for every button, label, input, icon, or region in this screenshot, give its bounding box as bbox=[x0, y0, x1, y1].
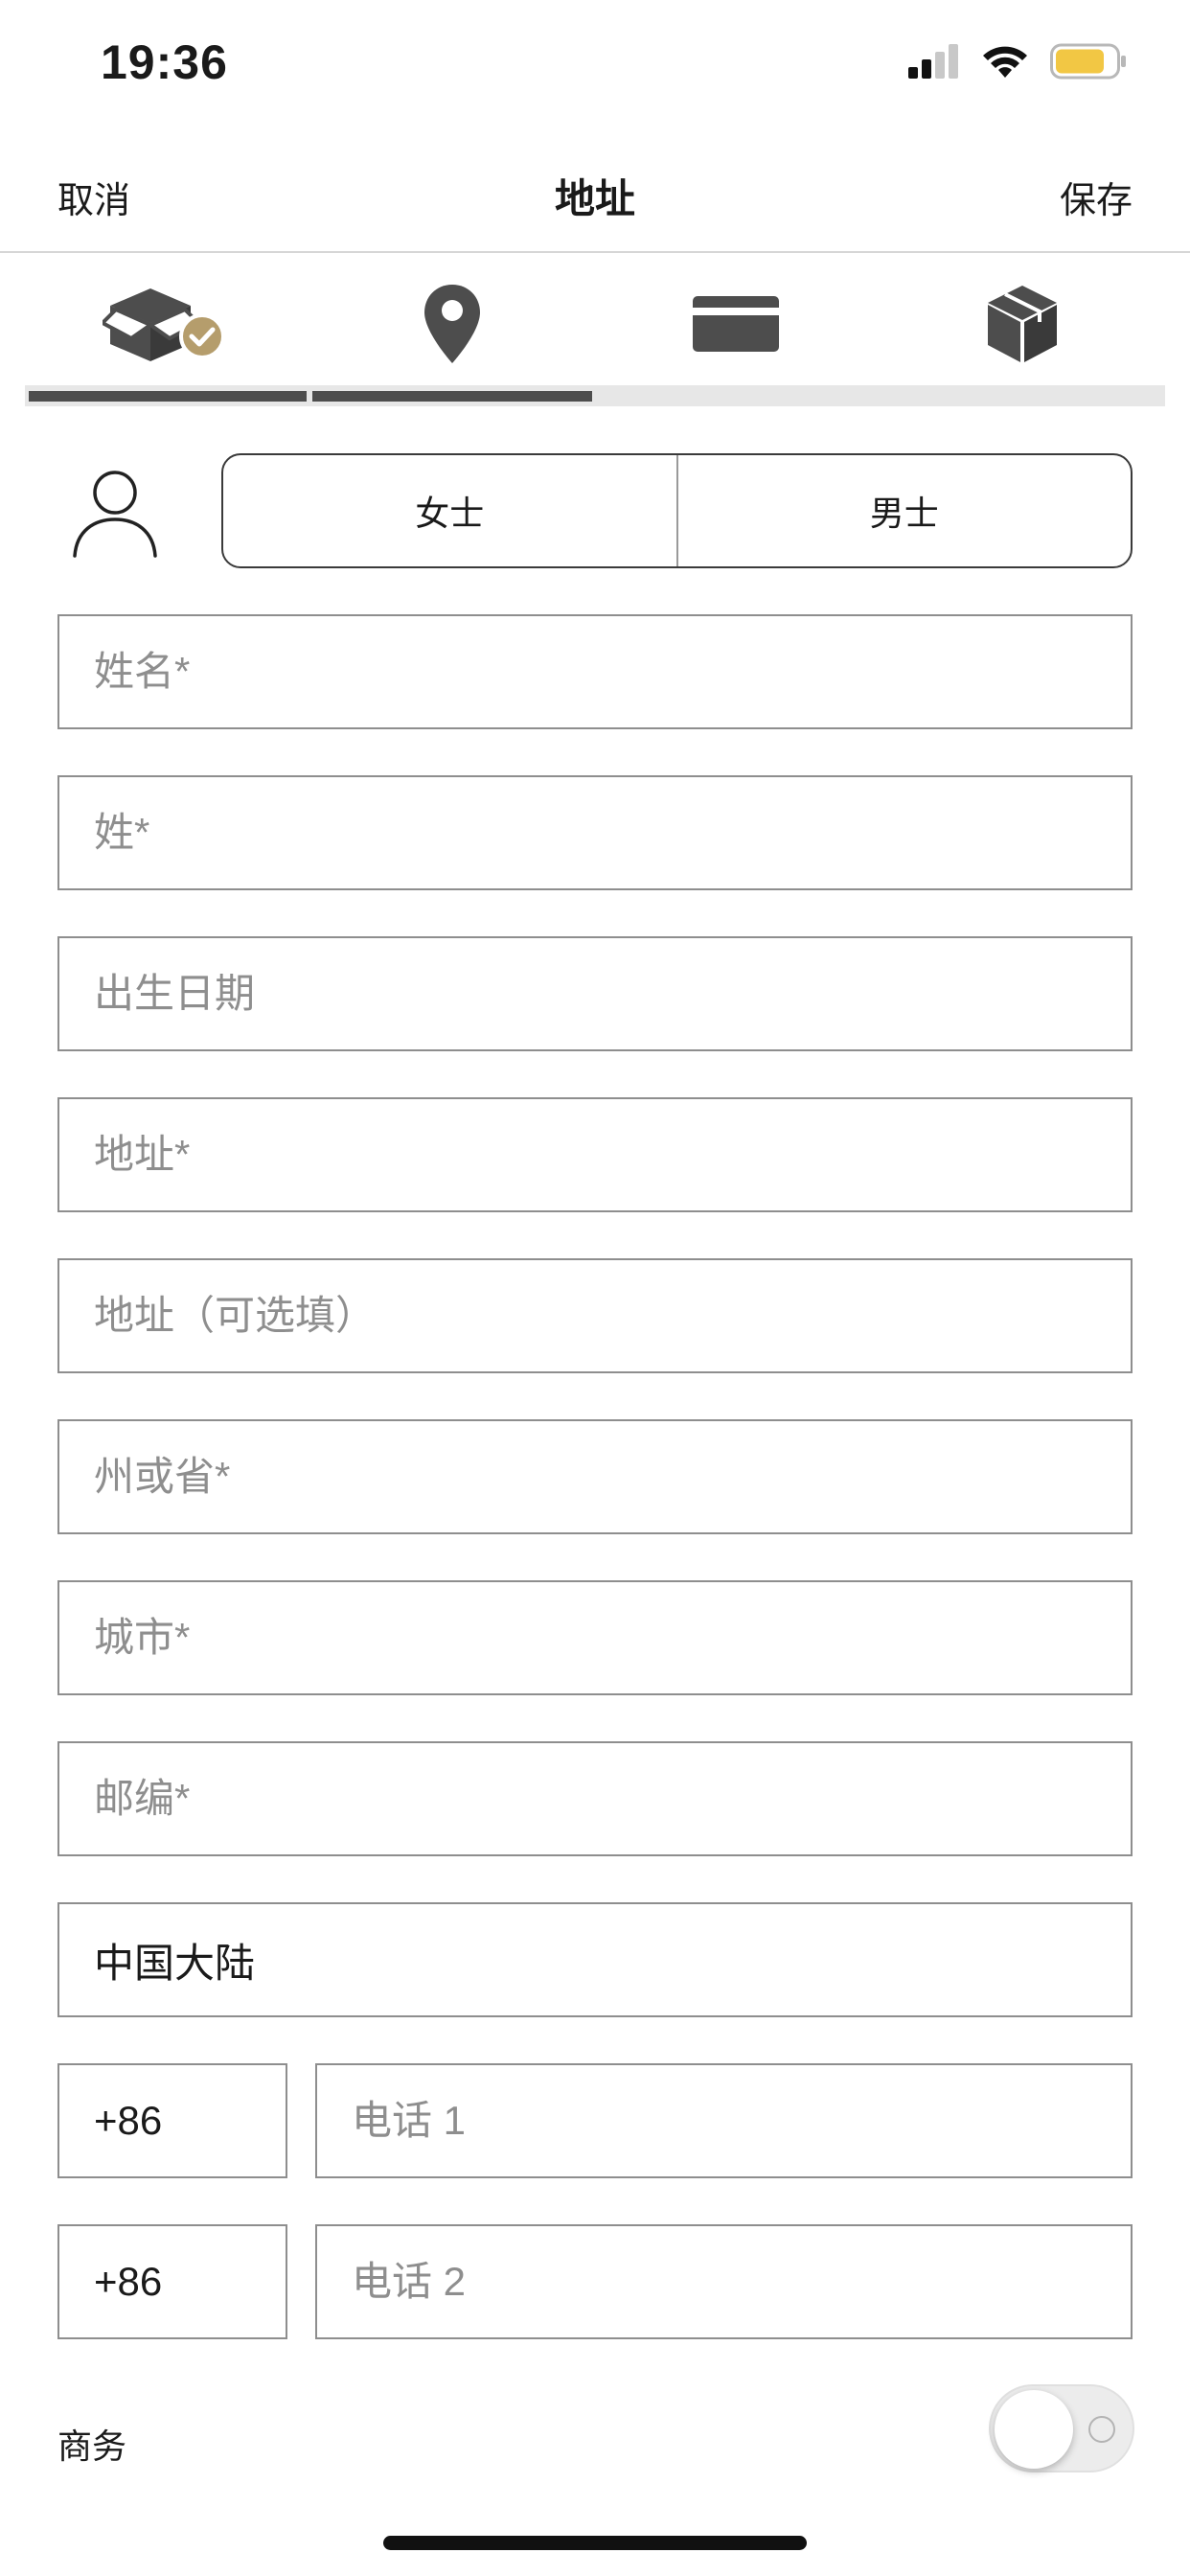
step-payment[interactable] bbox=[688, 276, 784, 372]
status-time: 19:36 bbox=[101, 35, 228, 89]
toggle-knob bbox=[995, 2390, 1073, 2469]
step-address[interactable] bbox=[408, 276, 496, 372]
step-confirm[interactable] bbox=[977, 276, 1067, 372]
first-name-field bbox=[57, 614, 1133, 729]
package-icon bbox=[988, 286, 1057, 362]
person-icon bbox=[69, 468, 161, 564]
city-input[interactable] bbox=[59, 1582, 1131, 1693]
business-label: 商务 bbox=[57, 2426, 127, 2466]
birth-date-field bbox=[57, 936, 1133, 1051]
cellular-signal-icon bbox=[908, 44, 958, 79]
business-toggle[interactable] bbox=[989, 2384, 1134, 2472]
phone-2-field bbox=[315, 2224, 1133, 2339]
state-input[interactable] bbox=[59, 1421, 1131, 1532]
phone-1-field bbox=[315, 2063, 1133, 2178]
address-optional-field bbox=[57, 1258, 1133, 1373]
progress-segment-1 bbox=[29, 391, 307, 402]
wifi-icon bbox=[983, 46, 1027, 78]
birth-date-input[interactable] bbox=[59, 938, 1131, 1049]
phone-1-input[interactable] bbox=[317, 2065, 1131, 2176]
phone-1-code-value: +86 bbox=[94, 2098, 163, 2143]
phone-1-country-code[interactable]: +86 bbox=[57, 2063, 287, 2178]
location-pin-icon bbox=[424, 285, 480, 363]
gender-selector: 女士 男士 bbox=[221, 453, 1133, 568]
home-indicator[interactable] bbox=[383, 2536, 807, 2550]
phone-2-code-value: +86 bbox=[94, 2259, 163, 2304]
city-field bbox=[57, 1580, 1133, 1695]
country-value: 中国大陆 bbox=[94, 1940, 256, 1986]
save-button[interactable]: 保存 bbox=[1060, 171, 1133, 223]
address-optional-input[interactable] bbox=[59, 1260, 1131, 1371]
phone-2-input[interactable] bbox=[317, 2226, 1131, 2337]
nav-bar: 取消 地址 保存 bbox=[0, 153, 1190, 253]
country-select[interactable]: 中国大陆 bbox=[57, 1902, 1133, 2017]
battery-icon bbox=[1050, 43, 1126, 80]
address-input[interactable] bbox=[59, 1099, 1131, 1210]
address-field bbox=[57, 1097, 1133, 1212]
page-title: 地址 bbox=[554, 176, 635, 221]
phone-2-country-code[interactable]: +86 bbox=[57, 2224, 287, 2339]
status-icons bbox=[908, 42, 1127, 80]
postal-code-field bbox=[57, 1741, 1133, 1856]
credit-card-icon bbox=[693, 296, 779, 352]
gender-option-male[interactable]: 男士 bbox=[675, 455, 1132, 566]
last-name-input[interactable] bbox=[59, 777, 1131, 888]
progress-segment-2 bbox=[312, 391, 592, 402]
open-box-check-icon bbox=[103, 288, 225, 361]
first-name-input[interactable] bbox=[59, 616, 1131, 727]
toggle-off-indicator-icon bbox=[1088, 2416, 1115, 2443]
gender-option-female[interactable]: 女士 bbox=[223, 455, 676, 566]
postal-code-input[interactable] bbox=[59, 1743, 1131, 1854]
state-field bbox=[57, 1419, 1133, 1534]
last-name-field bbox=[57, 775, 1133, 890]
step-cart[interactable] bbox=[102, 276, 226, 372]
